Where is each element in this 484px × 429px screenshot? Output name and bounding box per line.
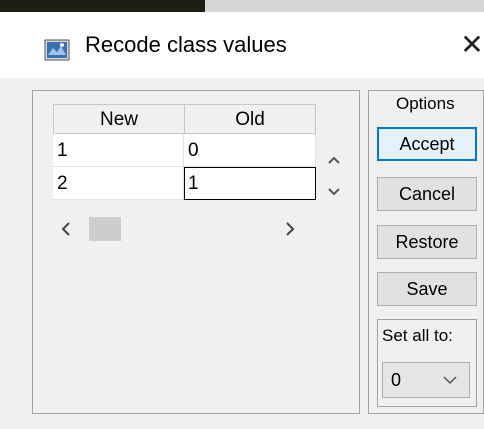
chevron-down-icon (443, 376, 457, 385)
options-group-label: Options (396, 94, 455, 113)
options-panel: Options Accept Cancel Restore Save Set a… (368, 90, 484, 414)
accept-button[interactable]: Accept (377, 127, 477, 161)
recode-app-icon (44, 39, 70, 61)
cell-new[interactable]: 1 (53, 134, 184, 167)
scroll-left-icon[interactable] (55, 214, 77, 244)
scroll-up-icon[interactable] (325, 151, 343, 169)
vertical-scrollbar[interactable] (325, 147, 343, 213)
set-all-dropdown[interactable]: 0 (382, 362, 470, 398)
table-header: New Old (53, 104, 342, 134)
restore-button[interactable]: Restore (377, 225, 477, 259)
set-all-value: 0 (391, 370, 402, 390)
cell-old[interactable]: 1 (184, 167, 316, 200)
table-row: 1 0 (53, 134, 342, 167)
set-all-group: Set all to: 0 (377, 319, 477, 407)
scroll-down-icon[interactable] (325, 183, 343, 201)
close-button[interactable]: ✕ (456, 28, 484, 64)
horizontal-scroll-thumb[interactable] (89, 217, 121, 241)
column-header-new[interactable]: New (53, 104, 185, 134)
scroll-right-icon[interactable] (279, 214, 301, 244)
column-header-old[interactable]: Old (184, 104, 316, 134)
window-title: Recode class values (85, 32, 287, 57)
cell-new[interactable]: 2 (53, 167, 184, 200)
save-button[interactable]: Save (377, 272, 477, 306)
table-row: 2 1 (53, 167, 342, 200)
set-all-label: Set all to: (382, 326, 453, 345)
background-window-strip (0, 0, 205, 12)
recode-table-panel: New Old 1 0 2 1 (32, 90, 360, 414)
horizontal-scrollbar[interactable] (53, 214, 325, 244)
cancel-button[interactable]: Cancel (377, 177, 477, 211)
cell-old[interactable]: 0 (184, 134, 316, 167)
title-bar: Recode class values ✕ (0, 12, 484, 78)
close-icon: ✕ (460, 29, 484, 60)
background-window-strip-light (205, 0, 484, 12)
